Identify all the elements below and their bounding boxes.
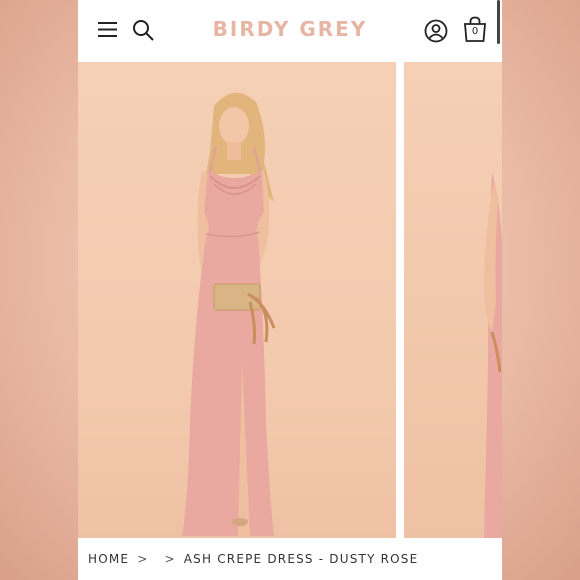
scroll-indicator[interactable] [497,0,500,44]
breadcrumb-separator: > [137,552,149,566]
breadcrumb-home[interactable]: HOME [88,552,129,566]
breadcrumb: HOME > > ASH CREPE DRESS - DUSTY ROSE [88,552,418,566]
model-photo-partial [484,172,502,538]
model-photo [182,92,276,536]
product-gallery[interactable] [78,62,502,538]
product-image-main[interactable] [78,62,396,538]
cart-count: 0 [471,26,479,37]
site-header: BIRDY GREY 0 [78,0,502,62]
product-image-next[interactable] [404,62,502,538]
breadcrumb-current: ASH CREPE DRESS - DUSTY ROSE [183,552,419,566]
account-icon[interactable] [424,19,448,43]
product-page: BIRDY GREY 0 HOME > > ASH CREPE DRESS - … [78,0,502,580]
breadcrumb-separator: > [164,552,176,566]
